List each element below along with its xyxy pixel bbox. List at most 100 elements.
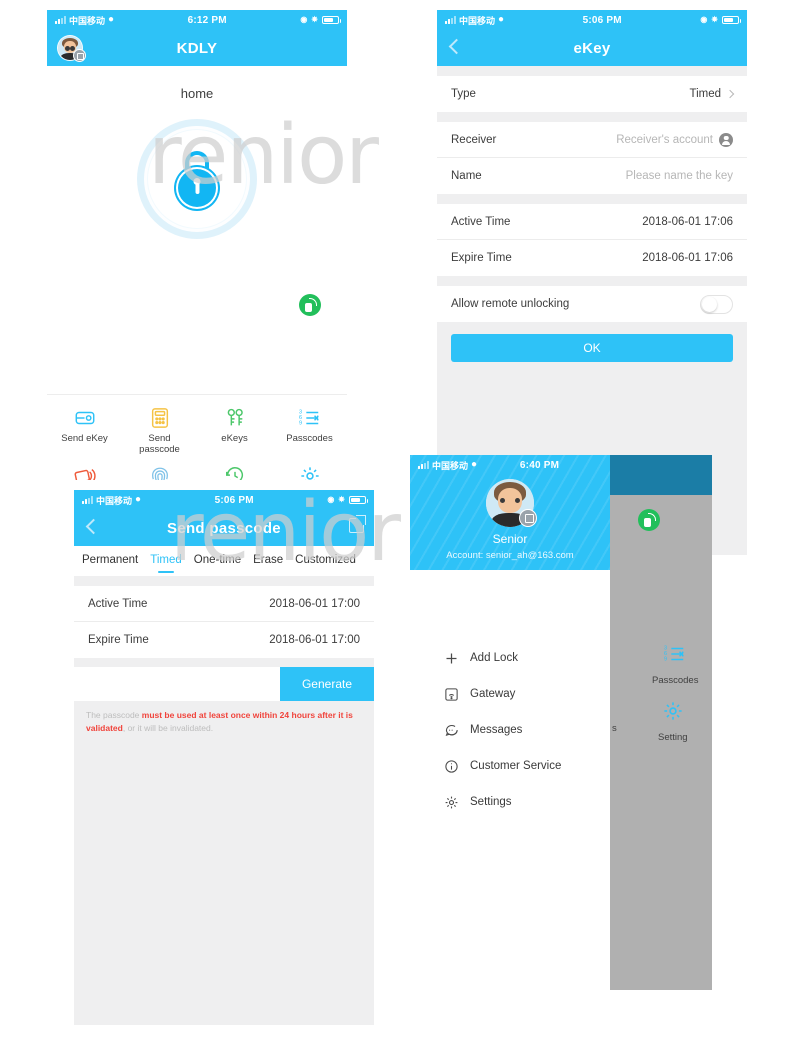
back-button[interactable] xyxy=(437,38,473,59)
row-expire-time[interactable]: Expire Time 2018-06-01 17:00 xyxy=(74,622,374,658)
row-active-time[interactable]: Active Time 2018-06-01 17:06 xyxy=(437,204,747,240)
back-arrow-icon xyxy=(447,38,463,54)
warning-post: , or it will be invalidated. xyxy=(122,722,214,733)
name-input[interactable]: Please name the key xyxy=(626,170,733,182)
profile-name: Senior xyxy=(492,531,528,546)
avatar[interactable] xyxy=(57,35,86,62)
clock-history-icon xyxy=(224,465,246,480)
tile-ekeys[interactable]: eKeys xyxy=(197,407,272,465)
status-time: 6:12 PM xyxy=(187,14,227,26)
tile-setting[interactable]: Setting xyxy=(272,465,347,480)
section-gap xyxy=(437,66,747,76)
menu-item-label: Customer Service xyxy=(470,760,562,772)
contact-person-icon[interactable] xyxy=(719,132,733,147)
passcode-list-icon: 3 6 9 xyxy=(664,643,686,670)
bluetooth-icon: ✵ xyxy=(711,15,718,24)
receiver-input[interactable]: Receiver's account xyxy=(616,134,713,146)
back-arrow-icon xyxy=(84,518,100,534)
warning-pre: The passcode xyxy=(86,710,142,720)
tile-passcodes: 3 6 9 Passcodes xyxy=(652,643,698,686)
gear-icon xyxy=(299,465,321,480)
passcode-warning-text: The passcode must be used at least once … xyxy=(74,701,374,735)
menu-item-settings[interactable]: Settings xyxy=(410,784,610,820)
tile-setting: Setting xyxy=(658,700,688,743)
tab-permanent[interactable]: Permanent xyxy=(82,554,138,568)
tile-label: Send eKey xyxy=(61,433,108,444)
tile-passcodes[interactable]: 3 6 9 Passcodes xyxy=(272,407,347,465)
row-value: 2018-06-01 17:00 xyxy=(269,634,360,646)
tile-records[interactable]: Records xyxy=(197,465,272,480)
status-bar-left: 中国移动 ● xyxy=(445,14,504,27)
status-bar: 中国移动 ● 6:12 PM ◉ ✵ xyxy=(47,10,347,30)
menu-item-customer-service[interactable]: Customer Service xyxy=(410,748,610,784)
row-name[interactable]: Name Please name the key xyxy=(437,158,747,194)
message-bubble-icon xyxy=(444,723,459,738)
edit-badge-icon xyxy=(73,49,86,62)
row-label: Expire Time xyxy=(451,252,512,264)
carrier-label: 中国移动 xyxy=(96,495,133,506)
fingerprint-icon xyxy=(149,465,171,480)
row-value: 2018-06-01 17:00 xyxy=(269,597,360,610)
row-value: 2018-06-01 17:06 xyxy=(642,215,733,228)
lock-name-label: home xyxy=(180,86,214,101)
battery-icon xyxy=(322,16,341,24)
row-allow-remote-unlocking: Allow remote unlocking xyxy=(437,286,747,322)
page-title: eKey xyxy=(573,39,611,57)
drawer-scrim[interactable]: 3 6 9 Passcodes Setting s xyxy=(610,455,712,990)
keys-icon xyxy=(224,407,246,429)
status-time: 5:06 PM xyxy=(582,14,622,26)
screenshot-canvas: 中国移动 ● 6:12 PM ◉ ✵ KDLY home Send eKey S… xyxy=(0,0,800,1050)
menu-item-add-lock[interactable]: Add Lock xyxy=(410,640,610,676)
watermark-text: renior xyxy=(170,485,401,580)
menu-item-gateway[interactable]: Gateway xyxy=(410,676,610,712)
status-bar-left: 中国移动 ● xyxy=(418,459,477,472)
row-label: Expire Time xyxy=(88,634,149,646)
svg-text:9: 9 xyxy=(664,656,667,662)
remote-unlock-toggle[interactable] xyxy=(700,294,733,314)
tile-ic-cards[interactable]: IC cards xyxy=(47,465,122,480)
row-label: Name xyxy=(451,170,482,182)
tile-send-passcode[interactable]: Send passcode xyxy=(122,407,197,465)
tile-label: eKeys xyxy=(221,433,248,444)
tile-send-ekey[interactable]: Send eKey xyxy=(47,407,122,465)
menu-item-messages[interactable]: Messages xyxy=(410,712,610,748)
warning-emphasis-2: validated xyxy=(86,722,123,733)
menu-item-label: Messages xyxy=(470,724,523,736)
menu-item-label: Gateway xyxy=(470,688,516,700)
nav-bar-home: KDLY xyxy=(47,30,347,66)
bluetooth-icon: ✵ xyxy=(311,15,318,24)
menu-item-label: Settings xyxy=(470,796,512,808)
passcode-name-input[interactable] xyxy=(74,667,280,701)
profile-account: Account: senior_ah@163.com xyxy=(446,549,574,561)
drawer-menu: Add Lock Gateway Messages Customer Servi… xyxy=(410,570,610,990)
row-type[interactable]: Type Timed xyxy=(437,76,747,112)
tile-label: Setting xyxy=(658,732,688,743)
row-label: Active Time xyxy=(451,215,511,228)
passcode-list-icon: 3 6 9 xyxy=(299,407,321,429)
signal-bars-icon xyxy=(418,461,429,469)
battery-icon xyxy=(722,16,741,24)
section-gap xyxy=(437,276,747,286)
generate-button[interactable]: Generate xyxy=(280,667,374,701)
gateway-signal-icon[interactable] xyxy=(299,294,321,316)
avatar[interactable] xyxy=(486,478,537,527)
ok-button[interactable]: OK xyxy=(451,334,733,362)
clipped-tile-label: s xyxy=(612,723,617,734)
row-receiver[interactable]: Receiver Receiver's account xyxy=(437,122,747,158)
chevron-right-icon xyxy=(725,89,735,99)
row-label: Active Time xyxy=(88,597,148,610)
row-label: Receiver xyxy=(451,133,497,146)
carrier-label: 中国移动 xyxy=(69,15,106,26)
tile-fingerprints[interactable]: Fingerprints xyxy=(122,465,197,480)
row-expire-time[interactable]: Expire Time 2018-06-01 17:06 xyxy=(437,240,747,276)
edit-badge-icon[interactable] xyxy=(519,508,537,527)
nav-bar-ekey: eKey xyxy=(437,30,747,66)
section-gap xyxy=(437,112,747,122)
back-button[interactable] xyxy=(74,518,110,539)
tile-label: Passcodes xyxy=(286,433,333,444)
signal-bars-icon xyxy=(55,16,66,24)
info-circle-icon xyxy=(444,759,459,774)
row-active-time[interactable]: Active Time 2018-06-01 17:00 xyxy=(74,586,374,622)
location-icon: ◉ xyxy=(700,15,708,24)
profile-button[interactable] xyxy=(47,35,93,62)
